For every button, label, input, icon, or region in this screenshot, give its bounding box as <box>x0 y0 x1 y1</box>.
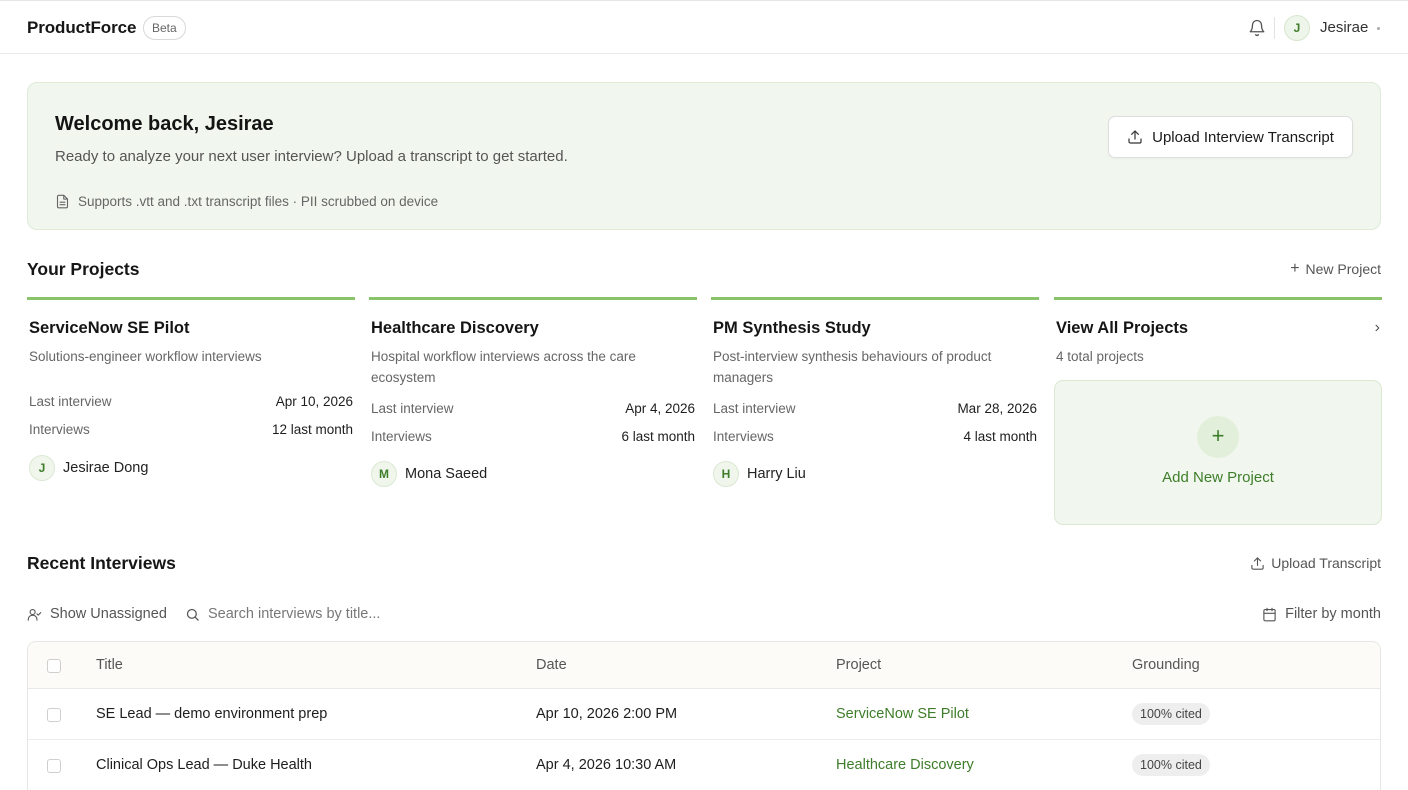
last-interview-value: Apr 10, 2026 <box>275 394 353 409</box>
owner-name: Jesirae Dong <box>63 460 149 476</box>
add-new-project-label: Add New Project <box>1162 469 1274 486</box>
project-interviews-row: Interviews 12 last month <box>29 422 353 437</box>
row-checkbox[interactable] <box>47 759 61 773</box>
project-description: Post-interview synthesis behaviours of p… <box>713 349 992 385</box>
project-last-interview-row: Last interview Apr 10, 2026 <box>29 394 353 409</box>
grounding-badge: 100% cited <box>1132 703 1210 725</box>
interviews-table: Title Date Project Grounding SE Lead — d… <box>27 641 1381 790</box>
new-project-label: New Project <box>1305 261 1381 277</box>
upload-icon <box>1251 556 1264 570</box>
top-bar: ProductForce Beta J Jesirae <box>0 0 1408 54</box>
bell-icon[interactable] <box>1248 19 1266 37</box>
plus-circle-icon: + <box>1197 416 1239 458</box>
select-all-checkbox[interactable] <box>47 659 61 673</box>
project-owner: H Harry Liu <box>713 461 806 487</box>
table-header: Title Date Project Grounding <box>28 642 1380 689</box>
project-name[interactable]: Healthcare Discovery <box>371 319 539 338</box>
interview-date: Apr 4, 2026 10:30 AM <box>536 757 677 773</box>
chevron-right-icon[interactable]: › <box>1375 319 1380 337</box>
last-interview-label: Last interview <box>29 394 112 409</box>
project-description: Solutions-engineer workflow interviews <box>29 349 262 364</box>
view-all-projects-link[interactable]: View All Projects <box>1056 319 1188 338</box>
brand-logo[interactable]: ProductForce <box>27 18 136 38</box>
interview-title[interactable]: SE Lead — demo environment prep <box>96 706 327 722</box>
interview-date: Apr 10, 2026 2:00 PM <box>536 706 678 722</box>
owner-avatar: J <box>29 455 55 481</box>
upload-transcript-button[interactable]: Upload Transcript <box>1250 555 1381 571</box>
interviews-value: 12 last month <box>271 422 353 437</box>
welcome-title: Welcome back, Jesirae <box>55 113 274 135</box>
interviews-value: 6 last month <box>621 429 695 444</box>
project-description: Hospital workflow interviews across the … <box>371 349 636 385</box>
welcome-subtitle: Ready to analyze your next user intervie… <box>55 148 568 165</box>
owner-avatar: M <box>371 461 397 487</box>
project-name[interactable]: PM Synthesis Study <box>713 319 871 338</box>
search-input[interactable] <box>208 606 448 622</box>
add-new-project-button[interactable]: + Add New Project <box>1054 380 1382 525</box>
interviews-label: Interviews <box>29 422 90 437</box>
upload-icon <box>1128 130 1142 144</box>
interview-title[interactable]: Clinical Ops Lead — Duke Health <box>96 757 312 773</box>
last-interview-label: Last interview <box>713 401 796 416</box>
owner-avatar: H <box>713 461 739 487</box>
header-divider <box>1274 17 1275 39</box>
column-header-grounding[interactable]: Grounding <box>1132 657 1200 673</box>
last-interview-label: Last interview <box>371 401 454 416</box>
show-unassigned-label: Show Unassigned <box>50 606 167 622</box>
project-last-interview-row: Last interview Mar 28, 2026 <box>713 401 1037 416</box>
user-icon <box>27 608 42 621</box>
welcome-panel: Welcome back, Jesirae Ready to analyze y… <box>27 82 1381 230</box>
interviews-label: Interviews <box>713 429 774 444</box>
row-checkbox[interactable] <box>47 708 61 722</box>
filter-by-month-button[interactable]: Filter by month <box>1262 606 1381 622</box>
table-row[interactable]: Clinical Ops Lead — Duke Health Apr 4, 2… <box>28 740 1380 790</box>
upload-transcript-label: Upload Transcript <box>1271 555 1381 571</box>
project-card[interactable]: PM Synthesis Study Post-interview synthe… <box>711 297 1039 497</box>
last-interview-value: Apr 4, 2026 <box>625 401 695 416</box>
interview-project-link[interactable]: ServiceNow SE Pilot <box>836 706 969 722</box>
column-header-date[interactable]: Date <box>536 657 567 673</box>
project-name[interactable]: ServiceNow SE Pilot <box>29 319 189 338</box>
beta-badge: Beta <box>143 16 186 40</box>
project-card[interactable]: ServiceNow SE Pilot Solutions-engineer w… <box>27 297 355 497</box>
interview-project-link[interactable]: Healthcare Discovery <box>836 757 974 773</box>
show-unassigned-toggle[interactable]: Show Unassigned <box>27 606 167 622</box>
project-interviews-row: Interviews 6 last month <box>371 429 695 444</box>
project-owner: J Jesirae Dong <box>29 455 148 481</box>
project-owner: M Mona Saeed <box>371 461 487 487</box>
plus-icon: + <box>1290 260 1300 277</box>
view-all-projects-card: View All Projects › 4 total projects + A… <box>1054 297 1382 525</box>
owner-name: Harry Liu <box>747 466 806 482</box>
project-card[interactable]: Healthcare Discovery Hospital workflow i… <box>369 297 697 497</box>
file-icon <box>56 194 69 209</box>
search-box <box>185 606 448 622</box>
welcome-note-text: Supports .vtt and .txt transcript files … <box>78 194 439 209</box>
interviews-value: 4 last month <box>963 429 1037 444</box>
column-header-title[interactable]: Title <box>96 657 123 673</box>
project-last-interview-row: Last interview Apr 4, 2026 <box>371 401 695 416</box>
owner-name: Mona Saeed <box>405 466 488 482</box>
interviews-label: Interviews <box>371 429 432 444</box>
user-avatar[interactable]: J <box>1284 15 1310 41</box>
user-menu-dot-icon[interactable] <box>1377 27 1380 30</box>
search-icon <box>186 608 199 621</box>
user-name[interactable]: Jesirae <box>1320 19 1368 36</box>
upload-button-label: Upload Interview Transcript <box>1152 128 1334 146</box>
project-interviews-row: Interviews 4 last month <box>713 429 1037 444</box>
filter-by-month-label: Filter by month <box>1285 606 1381 622</box>
total-projects-count: 4 total projects <box>1056 349 1144 364</box>
grounding-badge: 100% cited <box>1132 754 1210 776</box>
table-row[interactable]: SE Lead — demo environment prep Apr 10, … <box>28 689 1380 740</box>
upload-interview-transcript-button[interactable]: Upload Interview Transcript <box>1108 116 1353 158</box>
projects-section-title: Your Projects <box>27 259 140 279</box>
new-project-button[interactable]: + New Project <box>1290 260 1381 278</box>
column-header-project[interactable]: Project <box>836 657 881 673</box>
last-interview-value: Mar 28, 2026 <box>957 401 1037 416</box>
recent-interviews-title: Recent Interviews <box>27 553 176 573</box>
calendar-icon <box>1263 607 1276 621</box>
welcome-note: Supports .vtt and .txt transcript files … <box>55 194 438 209</box>
